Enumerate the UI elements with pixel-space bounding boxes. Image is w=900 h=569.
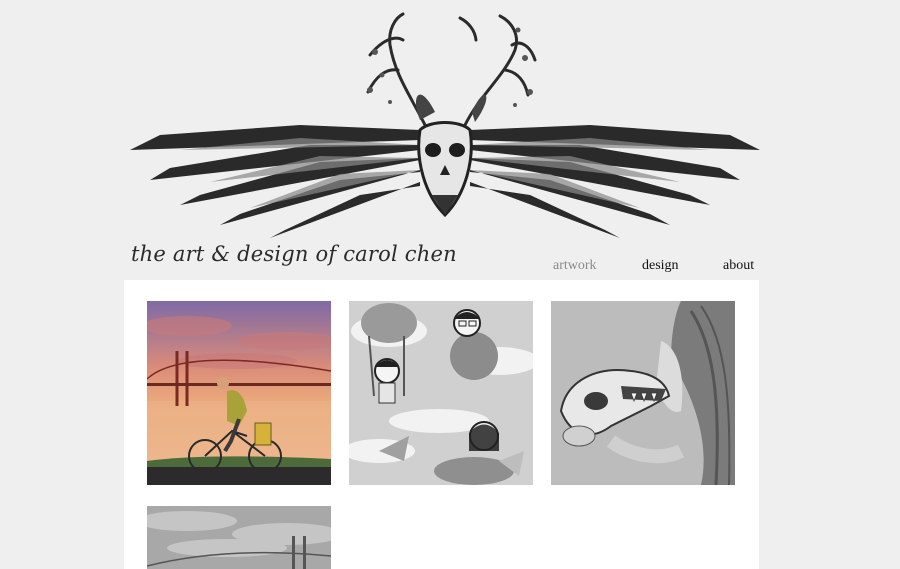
winged-skull-header-illustration — [120, 0, 770, 245]
gallery-thumb-floating-characters[interactable] — [349, 301, 533, 485]
nav-artwork-link[interactable]: artwork — [553, 258, 597, 274]
nav-about-link[interactable]: about — [723, 258, 754, 274]
gallery-thumb-golden-gate-grayscale[interactable] — [147, 506, 331, 569]
artwork-gallery — [124, 280, 759, 569]
main-nav: artwork design about — [0, 258, 900, 278]
gallery-thumb-wolf-skull-portrait[interactable] — [551, 301, 735, 485]
nav-design-link[interactable]: design — [642, 258, 679, 274]
gallery-thumb-golden-gate-cyclist[interactable] — [147, 301, 331, 485]
